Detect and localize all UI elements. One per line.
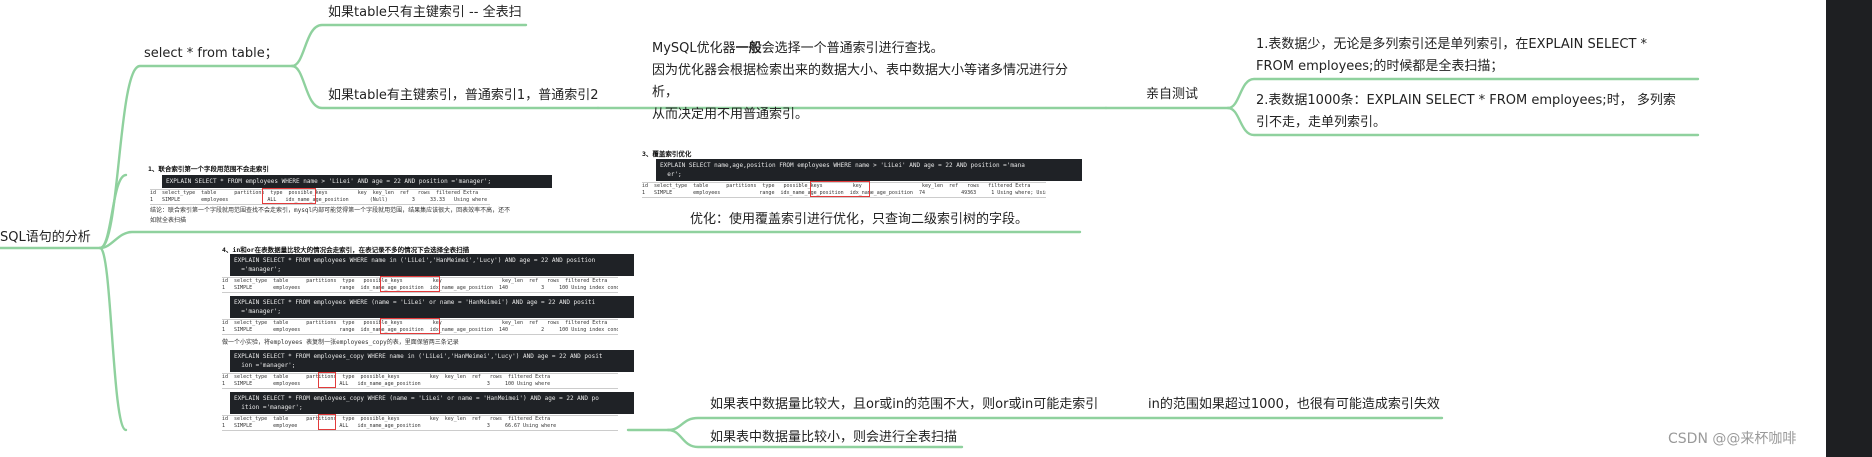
covering-index-caption[interactable]: 优化：使用覆盖索引进行优化，只查询二级索引树的字段。 <box>690 212 1028 228</box>
snippet4-heading: 4、in和or在表数据量比较大的情况会走索引，在表记录不多的情况下会选择全表扫描 <box>222 246 470 254</box>
snippet4-note: 做一个小实验，将employees 表复制一张employees_copy的表，… <box>222 339 459 346</box>
snippet3-heading: 3、覆盖索引优化 <box>642 150 692 158</box>
select-node[interactable]: select * from table； <box>144 46 278 62</box>
snippet4-highlight-4 <box>318 414 336 430</box>
test-node[interactable]: 亲自测试 <box>1146 87 1198 103</box>
snippet1-conclusion-1: 结论：联合索引第一个字段就用范围查找不会走索引，mysql内部可能觉得第一个字段… <box>150 207 511 214</box>
snippet-composite-index-range: 1、联合索引第一个字段用范围不会走索引 EXPLAIN SELECT * FRO… <box>148 160 598 230</box>
snippet4-highlight-3 <box>318 372 336 388</box>
primary-only-node[interactable]: 如果table只有主键索引 -- 全表扫 <box>328 5 522 21</box>
in-or-range-note[interactable]: in的范围如果超过1000，也很有可能造成索引失效 <box>1148 397 1440 413</box>
snippet3-sql: EXPLAIN SELECT name,age,position FROM em… <box>656 159 1082 181</box>
snippet4-highlight-2 <box>380 318 440 334</box>
snippet-covering-index: 3、覆盖索引优化 EXPLAIN SELECT name,age,positio… <box>640 146 1082 202</box>
snippet1-table: id select_type table partitions type pos… <box>150 189 490 205</box>
snippet4-table-3: id select_type table partitions type pos… <box>222 373 618 389</box>
multi-index-node[interactable]: 如果table有主键索引，普通索引1，普通索引2 <box>328 88 598 104</box>
test-item-2[interactable]: 2.表数据1000条：EXPLAIN SELECT * FROM employe… <box>1256 90 1688 134</box>
in-or-small-table[interactable]: 如果表中数据量比较小，则会进行全表扫描 <box>710 430 957 446</box>
snippet4-sql-1: EXPLAIN SELECT * FROM employees WHERE na… <box>230 254 634 276</box>
snippet4-sql-3: EXPLAIN SELECT * FROM employees_copy WHE… <box>230 350 634 372</box>
snippet4-sql-4: EXPLAIN SELECT * FROM employees_copy WHE… <box>230 392 634 414</box>
optimizer-note[interactable]: MySQL优化器一般会选择一个普通索引进行查找。 因为优化器会根据检索出来的数据… <box>652 38 1092 126</box>
in-or-large-table[interactable]: 如果表中数据量比较大，且or或in的范围不大，则or或in可能走索引 <box>710 397 1098 413</box>
snippet1-sql: EXPLAIN SELECT * FROM employees WHERE na… <box>162 175 552 188</box>
snippet3-highlight <box>810 181 870 197</box>
snippet4-highlight-1 <box>380 276 440 292</box>
root-node[interactable]: SQL语句的分析 <box>0 230 91 246</box>
snippet4-table-4: id select_type table partitions type pos… <box>222 415 618 431</box>
optimizer-line1-bold: 一般 <box>735 41 762 56</box>
snippet1-highlight <box>262 188 316 204</box>
optimizer-line1-prefix: MySQL优化器 <box>652 41 736 56</box>
optimizer-line2: 因为优化器会根据检索出来的数据大小、表中数据大小等诸多情况进行分析， <box>652 63 1069 100</box>
snippet1-conclusion-2: 如就全表扫描 <box>150 217 187 224</box>
snippet4-sql-2: EXPLAIN SELECT * FROM employees WHERE (n… <box>230 296 634 318</box>
optimizer-line3: 从而决定用不用普通索引。 <box>652 107 809 122</box>
snippet-in-or: 4、in和or在表数据量比较大的情况会走索引，在表记录不多的情况下会选择全表扫描… <box>206 244 634 436</box>
test-item-1[interactable]: 1.表数据少，无论是多列索引还是单列索引，在EXPLAIN SELECT * F… <box>1256 34 1688 78</box>
window-edge <box>1826 0 1872 457</box>
optimizer-line1-suffix: 会选择一个普通索引进行查找。 <box>761 41 944 56</box>
snippet1-heading: 1、联合索引第一个字段用范围不会走索引 <box>148 165 269 173</box>
csdn-watermark: CSDN @@来杯咖啡 <box>1668 431 1797 447</box>
